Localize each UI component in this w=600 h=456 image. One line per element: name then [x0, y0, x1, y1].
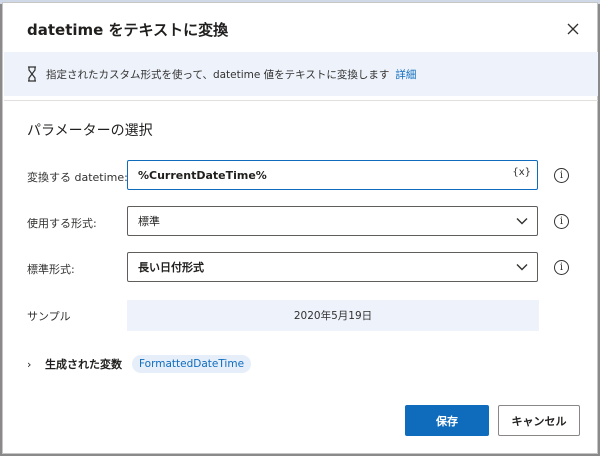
divider: [4, 100, 598, 101]
standard-format-value: 長い日付形式: [138, 261, 204, 274]
chevron-down-icon: [516, 218, 528, 225]
generated-variables-label: 生成された変数: [45, 358, 122, 371]
info-icon[interactable]: i: [554, 168, 569, 183]
generated-variables-toggle[interactable]: › 生成された変数 FormattedDateTime: [27, 354, 252, 374]
sample-output: 2020年5月19日: [127, 300, 539, 331]
datetime-input[interactable]: %CurrentDateTime% {x}: [127, 160, 538, 190]
info-icon[interactable]: i: [554, 214, 569, 229]
info-bar: 指定されたカスタム形式を使って、datetime 値をテキストに変換します 詳細: [4, 52, 598, 96]
format-type-label: 使用する形式:: [27, 217, 97, 230]
format-type-dropdown[interactable]: 標準: [127, 206, 538, 236]
cancel-button[interactable]: キャンセル: [498, 405, 580, 436]
datetime-label: 変換する datetime:: [27, 171, 128, 184]
format-type-value: 標準: [138, 215, 160, 228]
close-icon: [567, 23, 579, 35]
dialog-title: datetime をテキストに変換: [27, 21, 229, 39]
info-icon[interactable]: i: [554, 260, 569, 275]
variable-chip[interactable]: FormattedDateTime: [132, 355, 252, 373]
section-title: パラメーターの選択: [27, 123, 153, 139]
close-button[interactable]: [561, 17, 585, 41]
details-link[interactable]: 詳細: [395, 67, 416, 82]
variable-picker-icon[interactable]: {x}: [512, 167, 531, 178]
standard-format-label: 標準形式:: [27, 263, 75, 276]
save-button[interactable]: 保存: [405, 405, 489, 436]
hourglass-icon: [28, 66, 36, 82]
chevron-down-icon: [516, 264, 528, 271]
chevron-right-icon: ›: [27, 357, 32, 371]
datetime-value: %CurrentDateTime%: [138, 168, 267, 182]
sample-label: サンプル: [27, 310, 71, 323]
standard-format-dropdown[interactable]: 長い日付形式: [127, 252, 538, 282]
convert-datetime-dialog: datetime をテキストに変換 指定されたカスタム形式を使って、dateti…: [2, 2, 598, 454]
info-text: 指定されたカスタム形式を使って、datetime 値をテキストに変換します: [46, 68, 390, 81]
